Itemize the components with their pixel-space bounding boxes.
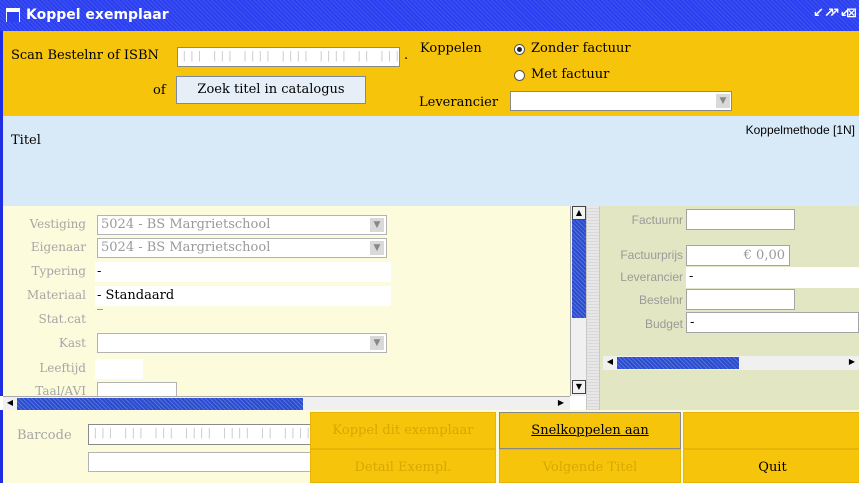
horizontal-scroll-thumb[interactable]: [17, 398, 303, 410]
vestiging-value: 5024 - BS Margrietschool: [101, 217, 271, 232]
detail-exemplaar-label: Detail Exempl.: [354, 460, 452, 475]
koppel-exemplaar-label: Koppel dit exemplaar: [332, 423, 474, 438]
barcode-input[interactable]: ||| ||| ||| |||| |||| || |||| ||| || |||…: [88, 424, 311, 445]
scan-dot: .: [404, 48, 409, 63]
empty-action-button: [683, 412, 859, 449]
title-panel: Titel Koppelmethode [1N]: [0, 116, 859, 206]
budget-input[interactable]: -: [686, 312, 859, 333]
budget-label: Budget: [644, 317, 683, 331]
invoice-scroll-thumb[interactable]: [617, 357, 739, 369]
snelkoppelen-label: Snelkoppelen aan: [531, 423, 649, 438]
title-label: Titel: [11, 133, 41, 148]
scroll-down-icon[interactable]: ▼: [572, 380, 586, 394]
quit-label: Quit: [758, 460, 787, 475]
typering-label: Typering: [31, 264, 86, 278]
scan-label: Scan Bestelnr of ISBN: [11, 48, 159, 63]
chevron-down-icon[interactable]: ▼: [370, 241, 384, 255]
kast-label: Kast: [58, 336, 86, 350]
leverancier-invoice-value: -: [686, 267, 859, 288]
form-vertical-scrollbar[interactable]: ▲ ▼: [570, 206, 586, 396]
chevron-down-icon[interactable]: ▼: [716, 94, 730, 108]
window-icon: [6, 8, 20, 22]
scan-panel: Scan Bestelnr of ISBN ||| ||| |||| |||| …: [0, 31, 859, 116]
factuurnr-input[interactable]: [686, 209, 795, 230]
materiaal-value: - Standaard: [95, 286, 391, 306]
kast-dropdown[interactable]: ▼: [97, 333, 387, 353]
leverancier-dropdown[interactable]: ▼: [510, 91, 732, 111]
volgende-titel-label: Volgende Titel: [542, 460, 638, 475]
form-horizontal-scrollbar[interactable]: ◀ ▶: [3, 396, 570, 410]
of-label: of: [153, 83, 166, 98]
volgende-titel-button[interactable]: Volgende Titel: [499, 449, 681, 483]
bestelnr-input[interactable]: [686, 289, 795, 310]
leverancier-label: Leverancier: [419, 95, 499, 110]
chevron-down-icon[interactable]: ▼: [370, 218, 384, 232]
window-titlebar[interactable]: Koppel exemplaar ↙↗ ↗↙ ⊠: [0, 0, 859, 31]
scan-input[interactable]: ||| ||| |||| |||| |||| || |||| ||| || ||…: [177, 47, 400, 67]
bottom-bar: Barcode ||| ||| ||| |||| |||| || |||| ||…: [0, 410, 859, 483]
taal-label: Taal/AVI: [35, 384, 86, 396]
taal-input[interactable]: [97, 382, 177, 396]
snelkoppelen-button[interactable]: Snelkoppelen aan: [499, 412, 681, 449]
koppelen-label: Koppelen: [420, 41, 482, 56]
statcat-marker: [97, 309, 103, 310]
scroll-left-icon[interactable]: ◀: [3, 397, 17, 411]
scroll-right-icon[interactable]: ▶: [554, 397, 568, 411]
leeftijd-value[interactable]: [95, 359, 143, 379]
koppelmethode-label: Koppelmethode [1N]: [745, 123, 855, 137]
chevron-down-icon[interactable]: ▼: [370, 336, 384, 350]
window-title: Koppel exemplaar: [26, 7, 169, 23]
eigenaar-dropdown[interactable]: 5024 - BS Margrietschool ▼: [97, 238, 387, 258]
scroll-up-icon[interactable]: ▲: [572, 206, 586, 220]
leeftijd-label: Leeftijd: [39, 361, 86, 375]
koppel-exemplaar-button[interactable]: Koppel dit exemplaar: [310, 412, 496, 449]
radio-met-factuur[interactable]: [514, 70, 525, 81]
vertical-scroll-thumb[interactable]: [572, 220, 586, 318]
eigenaar-label: Eigenaar: [30, 240, 86, 254]
close-icon[interactable]: ⊠: [846, 6, 857, 21]
radio-met-factuur-label: Met factuur: [531, 67, 610, 82]
typering-value: -: [95, 262, 391, 282]
factuurprijs-label: Factuurprijs: [620, 248, 683, 262]
statcat-label: Stat.cat: [38, 312, 86, 326]
invoice-panel: Factuurnr Factuurprijs € 0,00 Leverancie…: [600, 206, 859, 410]
exemplaar-form: Vestiging 5024 - BS Margrietschool ▼ Eig…: [0, 206, 570, 396]
materiaal-label: Materiaal: [26, 288, 86, 302]
vestiging-dropdown[interactable]: 5024 - BS Margrietschool ▼: [97, 215, 387, 235]
radio-zonder-factuur[interactable]: [514, 44, 525, 55]
radio-zonder-factuur-label: Zonder factuur: [531, 41, 631, 56]
eigenaar-value: 5024 - BS Margrietschool: [101, 240, 271, 255]
invoice-horizontal-scrollbar[interactable]: ◀ ▶: [603, 356, 859, 370]
quit-button[interactable]: Quit: [683, 449, 859, 483]
factuurnr-label: Factuurnr: [631, 213, 683, 227]
search-catalog-button[interactable]: Zoek titel in catalogus: [176, 76, 366, 104]
barcode-label: Barcode: [17, 428, 72, 443]
vestiging-label: Vestiging: [29, 217, 86, 231]
splitter-handle[interactable]: [586, 206, 600, 410]
search-catalog-label: Zoek titel in catalogus: [197, 82, 345, 97]
scroll-right-icon[interactable]: ▶: [845, 356, 859, 370]
detail-exemplaar-button[interactable]: Detail Exempl.: [310, 449, 496, 483]
bestelnr-label: Bestelnr: [638, 293, 683, 307]
scroll-left-icon[interactable]: ◀: [603, 356, 617, 370]
leverancier-invoice-label: Leverancier: [620, 270, 683, 284]
factuurprijs-input[interactable]: € 0,00: [686, 245, 790, 266]
barcode-dropdown[interactable]: ▼: [88, 452, 328, 472]
